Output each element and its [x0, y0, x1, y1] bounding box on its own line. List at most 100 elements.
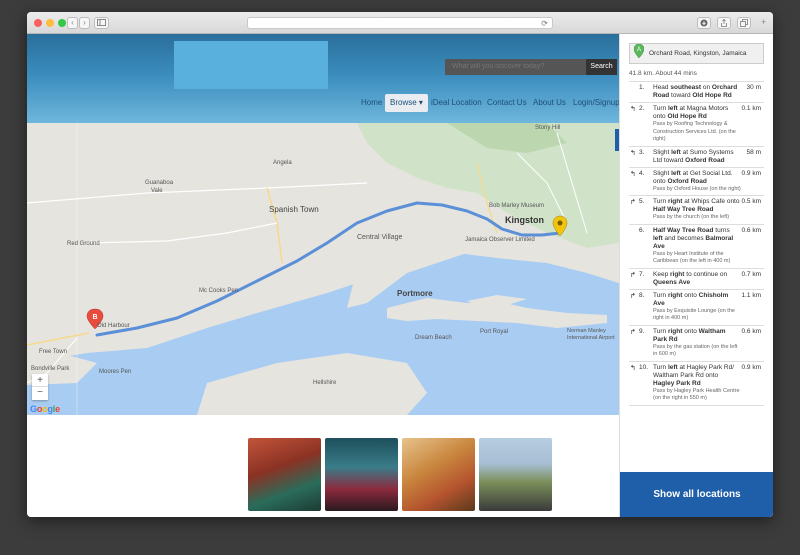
menu-item-ideal-location[interactable]: iDeal Location: [431, 94, 482, 112]
gallery-thumbnail[interactable]: [325, 438, 398, 511]
site-header: Search Home Browse ▾ iDeal Location Cont…: [27, 34, 620, 123]
step-distance: 0.9 km: [741, 169, 761, 177]
step-distance: 58 m: [746, 148, 761, 156]
step-distance: 0.9 km: [741, 363, 761, 371]
menu-item-home[interactable]: Home: [361, 94, 382, 112]
turn-left-icon: ↰: [630, 364, 636, 372]
step-instruction: Slight left at Get Social Ltd. onto Oxfo…: [653, 169, 733, 185]
step-number: 6.: [639, 226, 645, 234]
map-label-port-royal: Port Royal: [480, 329, 508, 335]
page-content: Search Home Browse ▾ iDeal Location Cont…: [27, 34, 773, 517]
search-button[interactable]: Search: [586, 59, 617, 75]
direction-step[interactable]: ↱ 9. Turn right onto Waltham Park Rd Pass b…: [629, 326, 764, 362]
step-instruction: Slight left at Sumo Systems Ltd toward O…: [653, 148, 734, 164]
menu-item-about-us[interactable]: About Us: [533, 94, 566, 112]
direction-step[interactable]: ↰ 10. Turn left at Hagley Park Rd/ Waltham…: [629, 362, 764, 406]
direction-step[interactable]: ↰ 3. Slight left at Sumo Systems Ltd towar…: [629, 147, 764, 168]
map-label-guanaboa-vale-1: Guanaboa: [145, 180, 174, 186]
direction-step[interactable]: ↰ 4. Slight left at Get Social Ltd. onto O…: [629, 168, 764, 196]
sidebar-icon: [97, 19, 106, 26]
direction-step[interactable]: ↱ 8. Turn right onto Chisholm Ave Pass by E…: [629, 290, 764, 326]
google-logo: Google: [30, 404, 60, 414]
map-label-free-town: Free Town: [39, 349, 67, 355]
turn-right-icon: ↱: [630, 199, 636, 206]
address-bar[interactable]: ⟳: [247, 17, 553, 29]
tabs-icon: [740, 19, 748, 27]
maximize-window-button[interactable]: [58, 19, 66, 27]
turn-left-icon: ↰: [630, 106, 636, 113]
gallery-thumbnail[interactable]: [248, 438, 321, 511]
map-label-guanaboa-vale-2: Vale: [151, 188, 163, 194]
step-instruction: Head southeast on Orchard Road toward Ol…: [653, 84, 738, 99]
direction-step[interactable]: 6. Half Way Tree Road turns left and beco…: [629, 225, 764, 269]
directions-steps: 1. Head southeast on Orchard Road toward …: [629, 81, 764, 406]
step-instruction: Turn right onto Chisholm Ave: [653, 291, 729, 307]
map-label-jamaica-observer: Jamaica Observer Limited: [465, 237, 535, 243]
downloads-button[interactable]: [697, 17, 711, 29]
route-map[interactable]: B Stony Hill Angela Guanaboa Vale Spanis…: [27, 123, 619, 415]
forward-button[interactable]: ›: [79, 17, 90, 29]
step-distance: 0.6 km: [741, 327, 761, 335]
step-instruction: Keep right to continue on Queens Ave: [653, 270, 728, 286]
browser-titlebar: ‹ › ⟳ +: [27, 12, 773, 34]
step-distance: 0.6 km: [741, 226, 761, 234]
direction-step[interactable]: ↰ 2. Turn left at Magna Motors onto Old Ho…: [629, 103, 764, 147]
zoom-out-button[interactable]: −: [32, 387, 48, 400]
zoom-control: + −: [32, 374, 48, 400]
menu-item-login-signup[interactable]: Login/Signup: [573, 94, 620, 112]
gallery-strip: [27, 415, 619, 517]
site-logo[interactable]: [174, 41, 328, 89]
step-number: 9.: [639, 327, 645, 335]
sidebar-toggle-button[interactable]: [94, 17, 109, 29]
step-distance: 0.5 km: [741, 198, 761, 205]
map-label-angela: Angela: [273, 160, 292, 166]
direction-step[interactable]: ↱ 5. Turn right at Whips Cafe onto Half Wa…: [629, 196, 764, 225]
directions-origin[interactable]: A Orchard Road, Kingston, Jamaica: [629, 43, 764, 64]
step-landmark: Pass by Exquisite Lounge (on the right i…: [653, 307, 735, 322]
share-button[interactable]: [717, 17, 731, 29]
zoom-in-button[interactable]: +: [32, 374, 48, 387]
show-all-locations-button[interactable]: Show all locations: [620, 472, 773, 517]
turn-left-icon: ↰: [630, 170, 636, 178]
map-label-old-harbour: Old Harbour: [97, 323, 130, 329]
step-instruction: Turn right at Whips Cafe onto Half Way T…: [653, 198, 740, 213]
step-instruction: Turn left at Hagley Park Rd/ Waltham Par…: [653, 363, 735, 387]
map-label-spanish-town: Spanish Town: [269, 205, 319, 214]
close-window-button[interactable]: [34, 19, 42, 27]
search-input[interactable]: [445, 59, 586, 75]
site-search: Search: [445, 59, 617, 75]
reload-icon[interactable]: ⟳: [541, 18, 548, 29]
forward-arrow-icon: ›: [83, 18, 86, 27]
step-distance: 0.7 km: [741, 270, 761, 278]
direction-step[interactable]: ↱ 7. Keep right to continue on Queens Ave 0…: [629, 269, 764, 290]
turn-right-icon: ↱: [630, 328, 636, 336]
download-icon: [700, 19, 708, 27]
step-number: 1.: [639, 84, 645, 91]
step-distance: 0.1 km: [741, 105, 761, 112]
direction-step[interactable]: 1. Head southeast on Orchard Road toward …: [629, 82, 764, 103]
share-icon: [721, 18, 727, 27]
gallery-thumbnail[interactable]: [479, 438, 552, 511]
step-instruction: Turn left at Magna Motors onto Old Hope …: [653, 105, 729, 120]
directions-panel: A Orchard Road, Kingston, Jamaica 41.8 k…: [619, 34, 773, 517]
gallery-thumbnail[interactable]: [402, 438, 475, 511]
step-number: 2.: [639, 105, 645, 112]
map-label-mc-cooks-pen: Mc Cooks Pen: [199, 288, 238, 294]
map-label-norman-manley-1: Norman Manley: [567, 328, 606, 334]
map-label-stony-hill: Stony Hill: [535, 125, 560, 131]
map-label-bondville-park: Bondville Park: [31, 366, 70, 372]
marker-b-label: B: [92, 314, 97, 321]
back-arrow-icon: ‹: [71, 18, 74, 27]
menu-item-contact-us[interactable]: Contact Us: [487, 94, 527, 112]
minimize-window-button[interactable]: [46, 19, 54, 27]
new-tab-icon[interactable]: +: [761, 17, 766, 27]
step-landmark: Pass by Roofing Technology & Constructio…: [653, 121, 736, 142]
step-number: 7.: [639, 270, 645, 278]
back-button[interactable]: ‹: [67, 17, 78, 29]
menu-item-browse[interactable]: Browse ▾: [385, 94, 428, 112]
step-number: 3.: [639, 148, 645, 156]
step-landmark: Pass by Oxford House (on the right): [653, 185, 741, 192]
map-label-red-ground: Red Ground: [67, 241, 100, 247]
map-canvas: B Stony Hill Angela Guanaboa Vale Spanis…: [27, 123, 619, 415]
tabs-button[interactable]: [737, 17, 751, 29]
